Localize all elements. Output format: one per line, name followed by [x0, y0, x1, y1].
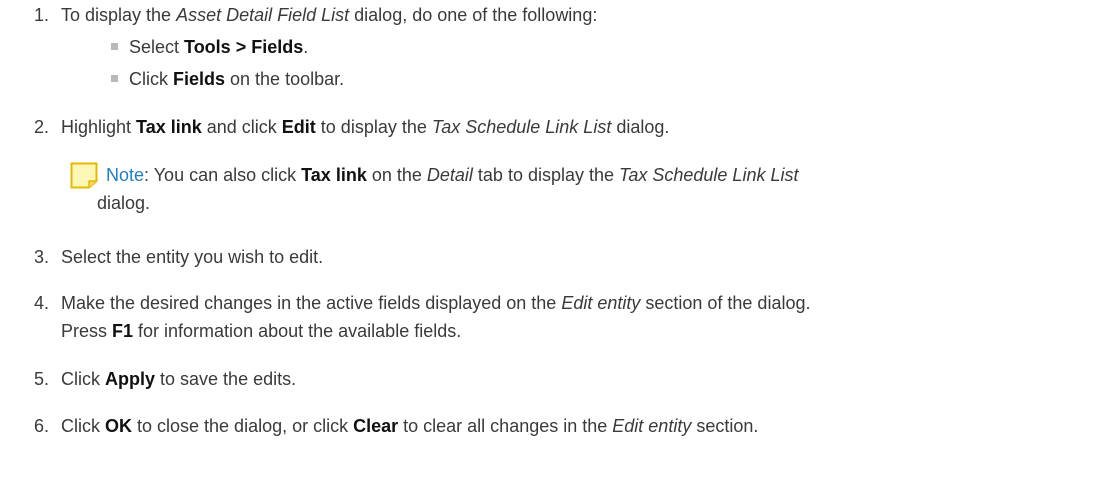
step-1-number: 1.	[34, 5, 50, 25]
step-3-text: Select the entity you wish to edit.	[61, 247, 324, 267]
note-text-line-2: dialog.	[97, 193, 151, 213]
step-2-number: 2.	[34, 117, 50, 137]
step-4-number: 4.	[34, 293, 50, 313]
note-text: Note: You can also click Tax link on the…	[106, 165, 799, 185]
note-icon	[70, 162, 98, 189]
toolbar-button-name: Fields	[173, 69, 226, 89]
step-3-number: 3.	[34, 247, 50, 267]
step-6-number: 6.	[34, 416, 50, 436]
step-1-text: To display the Asset Detail Field List d…	[61, 5, 598, 25]
step-5-text: Click Apply to save the edits.	[61, 369, 297, 389]
note-label: Note	[106, 165, 145, 185]
step-1-option-2: Click Fields on the toolbar.	[129, 69, 345, 89]
dialog-name: Asset Detail Field List	[176, 5, 350, 25]
step-1-option-1: Select Tools > Fields.	[129, 37, 309, 57]
bullet-marker	[111, 43, 118, 50]
step-4-text-line-2: Press F1 for information about the avail…	[61, 321, 462, 341]
step-6-text: Click OK to close the dialog, or click C…	[61, 416, 759, 436]
step-5-number: 5.	[34, 369, 50, 389]
step-2-text: Highlight Tax link and click Edit to dis…	[61, 117, 670, 137]
menu-path: Tools > Fields	[184, 37, 304, 57]
key-name: F1	[112, 321, 134, 341]
step-4-text: Make the desired changes in the active f…	[61, 293, 811, 313]
bullet-marker	[111, 75, 118, 82]
